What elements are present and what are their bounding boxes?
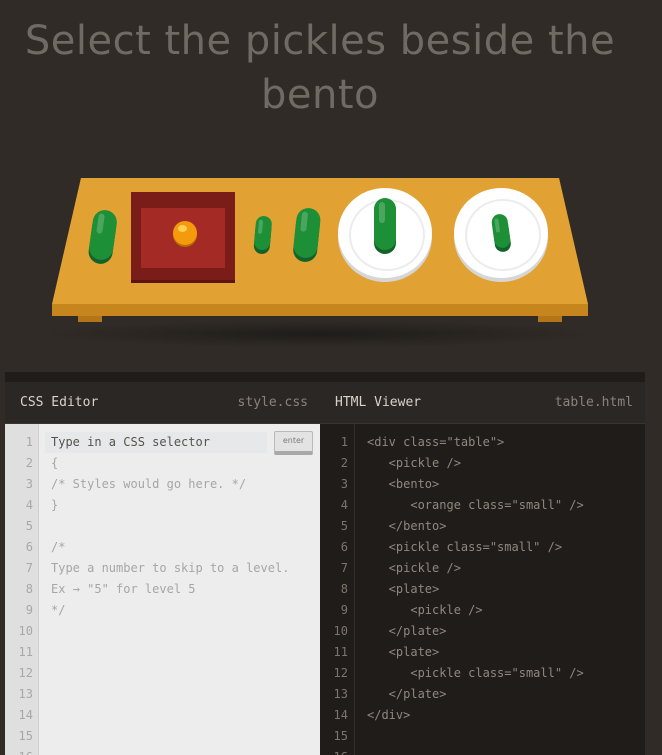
line-number: 4 (25, 498, 33, 512)
markup-line[interactable]: <pickle /> (367, 600, 584, 621)
html-viewer-title: HTML Viewer (335, 395, 422, 410)
line-number: 8 (25, 582, 33, 596)
line-number: 6 (25, 540, 33, 554)
markup-line[interactable]: <pickle /> (367, 453, 584, 474)
html-viewer-filename: table.html (554, 395, 633, 410)
line-number: 12 (18, 666, 33, 680)
enter-button[interactable]: enter (274, 431, 313, 455)
line-number: 3 (340, 477, 348, 491)
line-number: 11 (18, 645, 33, 659)
markup-line[interactable]: <div class="table"> (367, 432, 584, 453)
line-number: 4 (340, 498, 348, 512)
line-number: 10 (333, 624, 348, 638)
line-number: 13 (18, 687, 33, 701)
line-number: 11 (333, 645, 348, 659)
orange-small[interactable] (173, 221, 197, 245)
html-viewer-header: HTML Viewer table.html (320, 382, 645, 424)
level-instruction: Select the pickles beside the bento (24, 18, 616, 118)
table-leg-left (78, 316, 102, 322)
code-line: Type a number to skip to a level. (51, 561, 290, 575)
line-number: 5 (25, 519, 33, 533)
html-line-numbers: 1 2 3 4 5 6 7 8 9 10 11 12 13 14 15 16 (320, 432, 348, 755)
markup-line[interactable]: <pickle class="small" /> (367, 537, 584, 558)
line-number: 12 (333, 666, 348, 680)
plate[interactable] (454, 188, 548, 278)
css-editor-body: 1 2 3 4 5 6 7 8 9 10 11 12 13 14 15 16 T… (5, 424, 320, 755)
code-line: { (51, 456, 59, 470)
markup-line[interactable]: <orange class="small" /> (367, 495, 583, 516)
editor-area: CSS Editor style.css 1 2 3 4 5 6 7 8 9 1… (5, 372, 645, 755)
line-number: 1 (25, 435, 33, 449)
pickle-small-on-plate[interactable] (490, 213, 512, 249)
line-number: 2 (25, 456, 33, 470)
css-editor: CSS Editor style.css 1 2 3 4 5 6 7 8 9 1… (5, 372, 320, 755)
markup-line[interactable]: <bento> (367, 474, 584, 495)
line-number: 1 (340, 435, 348, 449)
line-number: 7 (340, 561, 348, 575)
line-number: 2 (340, 456, 348, 470)
markup-line[interactable]: <plate> (367, 579, 584, 600)
css-editor-filename: style.css (237, 395, 308, 410)
markup-line[interactable]: </bento> (367, 516, 584, 537)
line-number: 8 (340, 582, 348, 596)
css-selector-input[interactable]: Type in a CSS selector (45, 432, 267, 453)
code-line: */ (51, 603, 66, 617)
line-number: 16 (5, 747, 33, 755)
markup-line[interactable]: </plate> (367, 621, 584, 642)
plate[interactable] (338, 188, 432, 278)
code-line: Ex → "5" for level 5 (51, 582, 196, 596)
line-number: 9 (340, 603, 348, 617)
table-edge (52, 304, 588, 316)
line-number: 15 (333, 729, 348, 743)
line-number: 13 (333, 687, 348, 701)
markup-line[interactable]: <pickle class="small" /> (367, 663, 583, 684)
html-markup: <div class="table"> <pickle /> <bento> <… (367, 432, 584, 726)
markup-line[interactable]: </div> (367, 705, 584, 726)
line-number: 16 (320, 747, 348, 755)
css-code: Type in a CSS selector { /* Styles would… (45, 432, 290, 621)
css-editor-title: CSS Editor (20, 395, 99, 410)
table-leg-right (538, 316, 562, 322)
line-number: 7 (25, 561, 33, 575)
line-number: 14 (18, 708, 33, 722)
css-editor-header: CSS Editor style.css (5, 382, 320, 424)
bento[interactable] (131, 192, 235, 280)
markup-line[interactable]: <pickle /> (367, 558, 584, 579)
line-number: 14 (333, 708, 348, 722)
css-line-numbers: 1 2 3 4 5 6 7 8 9 10 11 12 13 14 15 16 (5, 432, 33, 755)
code-line: } (51, 498, 59, 512)
html-viewer-body: 1 2 3 4 5 6 7 8 9 10 11 12 13 14 15 16 <… (320, 424, 645, 755)
line-number: 3 (25, 477, 33, 491)
code-line: /* Styles would go here. */ (51, 477, 247, 491)
line-number: 6 (340, 540, 348, 554)
markup-line[interactable]: </plate> (367, 684, 584, 705)
table-shadow (40, 320, 600, 348)
line-number: 10 (18, 624, 33, 638)
table-scene (0, 170, 662, 360)
markup-line[interactable]: <plate> (367, 642, 584, 663)
pickle-on-plate[interactable] (374, 198, 396, 250)
line-number: 5 (340, 519, 348, 533)
line-number: 15 (18, 729, 33, 743)
line-number: 9 (25, 603, 33, 617)
code-line: /* (51, 540, 66, 554)
html-viewer: HTML Viewer table.html 1 2 3 4 5 6 7 8 9… (320, 372, 645, 755)
